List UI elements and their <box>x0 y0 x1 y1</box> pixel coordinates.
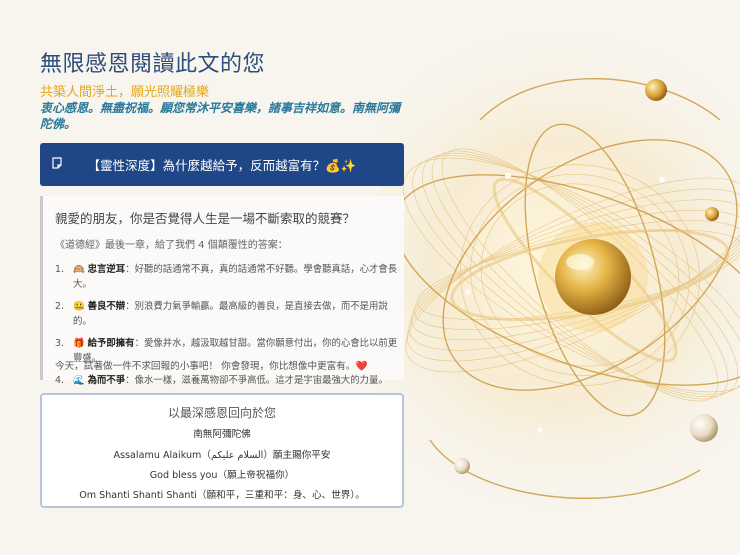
gratitude-line: Om Shanti Shanti Shanti（願和平，三重和平：身、心、世界）… <box>79 490 365 501</box>
wave-icon: 🌊 <box>73 375 85 386</box>
article-card: 親愛的朋友，你是否覺得人生是一場不斷索取的競賽？ 《道德經》最後一章，給了我們 … <box>40 196 404 386</box>
gratitude-card: 以最深感恩回向於您 南無阿彌陀佛 Assalamu Alaikum（السلام… <box>40 393 404 508</box>
gratitude-line: 南無阿彌陀佛 <box>193 429 251 440</box>
article-closing: 今天，試著做一件不求回報的小事吧！ 你會發現，你比想像中更富有。❤️ <box>55 361 368 372</box>
note-icon <box>52 157 62 169</box>
gift-icon: 🎁 <box>73 338 85 349</box>
gratitude-line: God bless you（願上帝祝福你） <box>149 470 295 481</box>
article-intro: 《道德經》最後一章，給了我們 4 個顛覆性的答案： <box>55 240 288 251</box>
list-item: 4. 🌊 為而不爭：像水一樣，滋養萬物卻不爭高低。這才是宇宙最強大的力量。 <box>55 375 388 386</box>
list-item: 1. 🙉 忠言逆耳：好聽的話通常不真，真的話通常不好聽。學會聽真話，心才會長大。 <box>55 264 398 290</box>
blessing-text: 衷心感恩。無盡祝福。願您常沐平安喜樂，諸事吉祥如意。南無阿彌陀佛。 <box>40 101 401 131</box>
zipper-mouth-icon: 🤐 <box>73 301 85 312</box>
article-question: 親愛的朋友，你是否覺得人生是一場不斷索取的競賽？ <box>55 211 356 226</box>
list-item: 2. 🤐 善良不辯：別浪費力氣爭輸贏。最高級的善良，是直接去做，而不是用說的。 <box>55 301 388 327</box>
banner-label: 【靈性深度】為什麼越給予，反而越富有？💰✨ <box>87 158 357 173</box>
monkey-icon: 🙉 <box>73 264 85 275</box>
teaching-list: 1. 🙉 忠言逆耳：好聽的話通常不真，真的話通常不好聽。學會聽真話，心才會長大。… <box>55 262 400 395</box>
article-banner[interactable]: 【靈性深度】為什麼越給予，反而越富有？💰✨ <box>40 143 404 186</box>
page-subtitle: 共築人間淨土，願光照耀極樂 <box>40 85 210 100</box>
page-title: 無限感恩閱讀此文的您 <box>40 52 266 77</box>
gratitude-line: Assalamu Alaikum（السلام عليكم）願主賜你平安 <box>113 450 331 461</box>
gratitude-title: 以最深感恩回向於您 <box>167 406 276 420</box>
